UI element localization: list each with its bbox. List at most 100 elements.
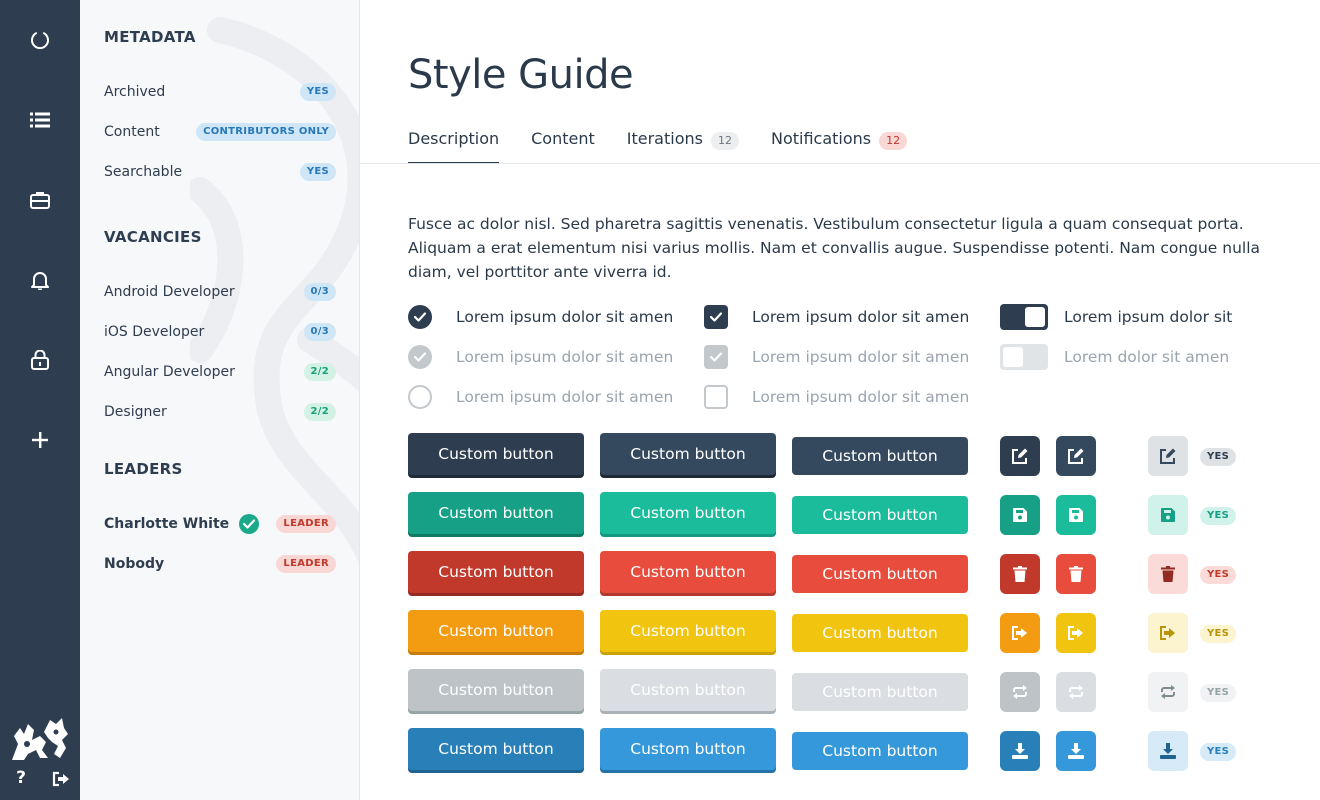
- briefcase-icon[interactable]: [24, 184, 56, 216]
- leader-row[interactable]: Nobody LEADER: [104, 552, 336, 576]
- checkbox-check-icon: [704, 305, 728, 329]
- toggle-label: Lorem dolor sit amen: [1064, 348, 1230, 366]
- delete-icon-button[interactable]: [1000, 554, 1040, 594]
- export-icon-button[interactable]: [1056, 613, 1096, 653]
- custom-button-grey-raised-alt[interactable]: Custom button: [600, 669, 776, 711]
- trash-icon: [1069, 566, 1083, 582]
- custom-button-grey-raised[interactable]: Custom button: [408, 669, 584, 711]
- vacancy-row[interactable]: Android Developer 0/3: [104, 280, 336, 304]
- download-icon-button[interactable]: [1056, 731, 1096, 771]
- vacancy-count-badge: 2/2: [303, 363, 336, 381]
- list-icon[interactable]: [24, 104, 56, 136]
- logout-icon[interactable]: [52, 770, 70, 788]
- custom-button-dark-flat[interactable]: Custom button: [792, 437, 968, 475]
- circle-notch-icon[interactable]: [24, 24, 56, 56]
- custom-button-yellow-flat[interactable]: Custom button: [792, 614, 968, 652]
- save-icon-button-light[interactable]: [1148, 495, 1188, 535]
- edit-icon-button-light[interactable]: [1148, 436, 1188, 476]
- sign-out-icon: [1068, 626, 1083, 640]
- download-icon-button[interactable]: [1000, 731, 1040, 771]
- tab-notifications[interactable]: Notifications 12: [770, 126, 908, 164]
- vacancy-row[interactable]: iOS Developer 0/3: [104, 320, 336, 344]
- tab-iterations[interactable]: Iterations 12: [627, 126, 739, 164]
- lock-icon[interactable]: [24, 344, 56, 376]
- repeat-icon-button[interactable]: [1056, 672, 1096, 712]
- vacancy-row[interactable]: Angular Developer 2/2: [104, 360, 336, 384]
- checkbox-empty-icon: [704, 385, 728, 409]
- custom-button-green-raised-alt[interactable]: Custom button: [600, 492, 776, 534]
- tab-content[interactable]: Content: [531, 126, 595, 164]
- description-text: Fusce ac dolor nisl. Sed pharetra sagitt…: [408, 215, 1261, 281]
- yes-badge: YES: [1200, 566, 1237, 584]
- metadata-title: METADATA: [104, 28, 196, 46]
- toggle-switch: [1000, 304, 1048, 330]
- toggle-on[interactable]: Lorem ipsum dolor sit: [1000, 304, 1232, 330]
- edit-icon: [1068, 448, 1084, 464]
- custom-button-red-raised-alt[interactable]: Custom button: [600, 551, 776, 593]
- trash-icon: [1161, 566, 1175, 582]
- export-icon-button[interactable]: [1000, 613, 1040, 653]
- vacancy-row[interactable]: Designer 2/2: [104, 400, 336, 424]
- custom-button-green-flat[interactable]: Custom button: [792, 496, 968, 534]
- custom-button-blue-raised[interactable]: Custom button: [408, 728, 584, 770]
- toggle-label: Lorem ipsum dolor sit: [1064, 308, 1233, 326]
- custom-button-red-flat[interactable]: Custom button: [792, 555, 968, 593]
- checkbox-label: Lorem ipsum dolor sit amen: [752, 388, 970, 406]
- edit-icon-button[interactable]: [1056, 436, 1096, 476]
- leader-row[interactable]: Charlotte White LEADER: [104, 512, 336, 536]
- delete-icon-button-light[interactable]: [1148, 554, 1188, 594]
- delete-icon-button[interactable]: [1056, 554, 1096, 594]
- custom-button-dark-raised[interactable]: Custom button: [408, 433, 584, 475]
- export-icon-button-light[interactable]: [1148, 613, 1188, 653]
- custom-button-grey-flat[interactable]: Custom button: [792, 673, 968, 711]
- plus-icon[interactable]: [24, 424, 56, 456]
- radio-check-icon: [408, 305, 432, 329]
- custom-button-orange-raised[interactable]: Custom button: [408, 610, 584, 652]
- vacancy-label: iOS Developer: [104, 324, 205, 340]
- vacancies-title: VACANCIES: [104, 228, 202, 246]
- vacancy-label: Designer: [104, 404, 167, 420]
- custom-button-blue-flat[interactable]: Custom button: [792, 732, 968, 770]
- toggle-off[interactable]: Lorem dolor sit amen: [1000, 344, 1229, 370]
- status-badge: CONTRIBUTORS ONLY: [196, 123, 336, 141]
- checkbox-label: Lorem ipsum dolor sit amen: [752, 308, 970, 326]
- metadata-label: Content: [104, 124, 160, 140]
- radio-checked[interactable]: Lorem ipsum dolor sit amen: [408, 304, 673, 330]
- save-icon-button[interactable]: [1056, 495, 1096, 535]
- trash-icon: [1013, 566, 1027, 582]
- custom-button-red-raised[interactable]: Custom button: [408, 551, 584, 593]
- status-badge: YES: [299, 83, 336, 101]
- download-icon: [1160, 743, 1176, 759]
- leader-name: Nobody: [104, 556, 165, 572]
- save-icon: [1069, 508, 1083, 522]
- tabs-divider: [360, 163, 1320, 164]
- checkbox-checked[interactable]: Lorem ipsum dolor sit amen: [704, 304, 969, 330]
- leader-badge: LEADER: [276, 515, 336, 533]
- custom-button-dark-raised-alt[interactable]: Custom button: [600, 433, 776, 475]
- custom-button-blue-raised-alt[interactable]: Custom button: [600, 728, 776, 770]
- checkbox-check-icon: [704, 345, 728, 369]
- repeat-icon-button-light[interactable]: [1148, 672, 1188, 712]
- leader-badge: LEADER: [276, 555, 336, 573]
- custom-button-green-raised[interactable]: Custom button: [408, 492, 584, 534]
- sign-out-icon: [1012, 626, 1027, 640]
- custom-button-yellow-raised[interactable]: Custom button: [600, 610, 776, 652]
- bell-icon[interactable]: [24, 264, 56, 296]
- edit-icon-button[interactable]: [1000, 436, 1040, 476]
- page-title: Style Guide: [408, 52, 634, 98]
- radio-unchecked[interactable]: Lorem ipsum dolor sit amen: [408, 384, 673, 410]
- radio-label: Lorem ipsum dolor sit amen: [456, 308, 674, 326]
- yes-badge: YES: [1200, 448, 1237, 466]
- radio-label: Lorem ipsum dolor sit amen: [456, 348, 674, 366]
- tab-description[interactable]: Description: [408, 126, 500, 164]
- checkbox-unchecked[interactable]: Lorem ipsum dolor sit amen: [704, 384, 969, 410]
- help-icon[interactable]: ?: [12, 768, 30, 790]
- repeat-icon-button[interactable]: [1000, 672, 1040, 712]
- metadata-label: Searchable: [104, 164, 183, 180]
- save-icon-button[interactable]: [1000, 495, 1040, 535]
- radio-label: Lorem ipsum dolor sit amen: [456, 388, 674, 406]
- download-icon-button-light[interactable]: [1148, 731, 1188, 771]
- metadata-label: Archived: [104, 84, 166, 100]
- tab-label: Notifications: [770, 129, 872, 148]
- tab-count-badge: 12: [879, 132, 908, 150]
